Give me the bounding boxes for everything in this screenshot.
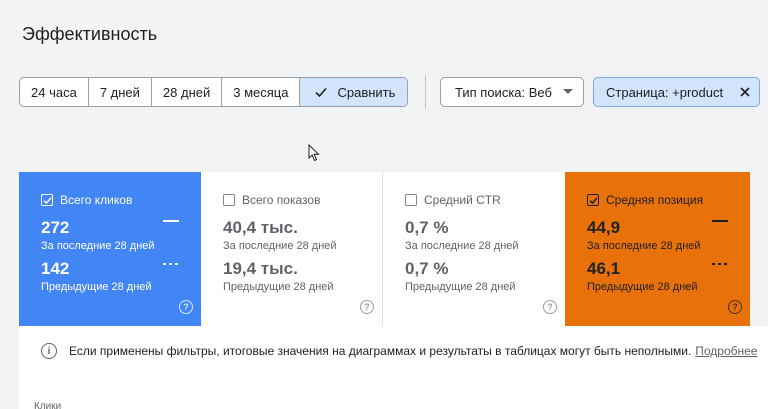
metric-previous-period: Предыдущие 28 дней xyxy=(405,281,516,293)
learn-more-link[interactable]: Подробнее xyxy=(695,344,757,358)
date-range-selector: 24 часа 7 дней 28 дней 3 месяца Сравнить xyxy=(19,77,409,107)
metric-cards: Всего кликов 272 За последние 28 дней 14… xyxy=(19,172,750,326)
metric-previous-value: 46,1 xyxy=(587,259,621,278)
metric-previous-value: 142 xyxy=(41,259,70,278)
filter-notice-panel: i Если применены фильтры, итоговые значе… xyxy=(19,326,768,409)
current-line-legend-icon xyxy=(163,220,179,222)
checkbox-unchecked-icon[interactable] xyxy=(223,194,235,206)
help-icon[interactable]: ? xyxy=(179,300,193,314)
notice-text: Если применены фильтры, итоговые значени… xyxy=(69,344,692,358)
metric-previous-value: 0,7 % xyxy=(405,259,449,278)
help-icon[interactable]: ? xyxy=(360,300,374,314)
metric-previous-period: Предыдущие 28 дней xyxy=(587,281,698,293)
search-type-filter[interactable]: Тип поиска: Веб xyxy=(440,77,584,107)
metric-current-period: За последние 28 дней xyxy=(405,240,519,252)
chart-label: Клики xyxy=(34,401,62,409)
compare-label: Сравнить xyxy=(337,84,396,100)
checkbox-checked-icon[interactable] xyxy=(587,194,599,206)
metric-previous-value: 19,4 тыс. xyxy=(223,259,298,278)
caret-down-icon xyxy=(563,89,573,94)
metric-card-impressions[interactable]: Всего показов 40,4 тыс. За последние 28 … xyxy=(201,172,383,326)
check-icon xyxy=(315,87,328,98)
metric-label: Всего показов xyxy=(242,193,321,207)
checkbox-checked-icon[interactable] xyxy=(41,194,53,206)
range-24h-button[interactable]: 24 часа xyxy=(20,78,89,106)
metric-label: Средняя позиция xyxy=(606,193,704,207)
metric-current-period: За последние 28 дней xyxy=(41,240,155,252)
previous-line-legend-icon xyxy=(712,263,728,265)
range-28d-button[interactable]: 28 дней xyxy=(152,78,223,106)
compare-button[interactable]: Сравнить xyxy=(300,78,408,106)
metric-card-clicks[interactable]: Всего кликов 272 За последние 28 дней 14… xyxy=(19,172,201,326)
metric-current-value: 0,7 % xyxy=(405,218,449,237)
metric-current-period: За последние 28 дней xyxy=(587,240,701,252)
metric-current-value: 40,4 тыс. xyxy=(223,218,298,237)
metric-label: Средний CTR xyxy=(424,193,501,207)
close-icon[interactable] xyxy=(739,86,751,98)
metric-previous-period: Предыдущие 28 дней xyxy=(41,281,152,293)
range-3m-button[interactable]: 3 месяца xyxy=(222,78,301,106)
page-filter-label: Страница: +product xyxy=(606,84,724,100)
previous-line-legend-icon xyxy=(163,263,179,265)
help-icon[interactable]: ? xyxy=(543,300,557,314)
metric-previous-period: Предыдущие 28 дней xyxy=(223,281,334,293)
metric-current-period: За последние 28 дней xyxy=(223,240,337,252)
checkbox-unchecked-icon[interactable] xyxy=(405,194,417,206)
search-type-label: Тип поиска: Веб xyxy=(455,84,552,100)
current-line-legend-icon xyxy=(712,220,728,222)
help-icon[interactable]: ? xyxy=(728,300,742,314)
page-title: Эффективность xyxy=(22,24,158,44)
metric-label: Всего кликов xyxy=(60,193,133,207)
info-icon: i xyxy=(41,343,57,359)
page-filter-chip[interactable]: Страница: +product xyxy=(593,77,760,107)
metric-card-position[interactable]: Средняя позиция 44,9 За последние 28 дне… xyxy=(565,172,750,326)
range-7d-button[interactable]: 7 дней xyxy=(89,78,152,106)
metric-card-ctr[interactable]: Средний CTR 0,7 % За последние 28 дней 0… xyxy=(383,172,565,326)
toolbar-divider xyxy=(425,75,426,109)
mouse-cursor-icon xyxy=(308,144,320,162)
